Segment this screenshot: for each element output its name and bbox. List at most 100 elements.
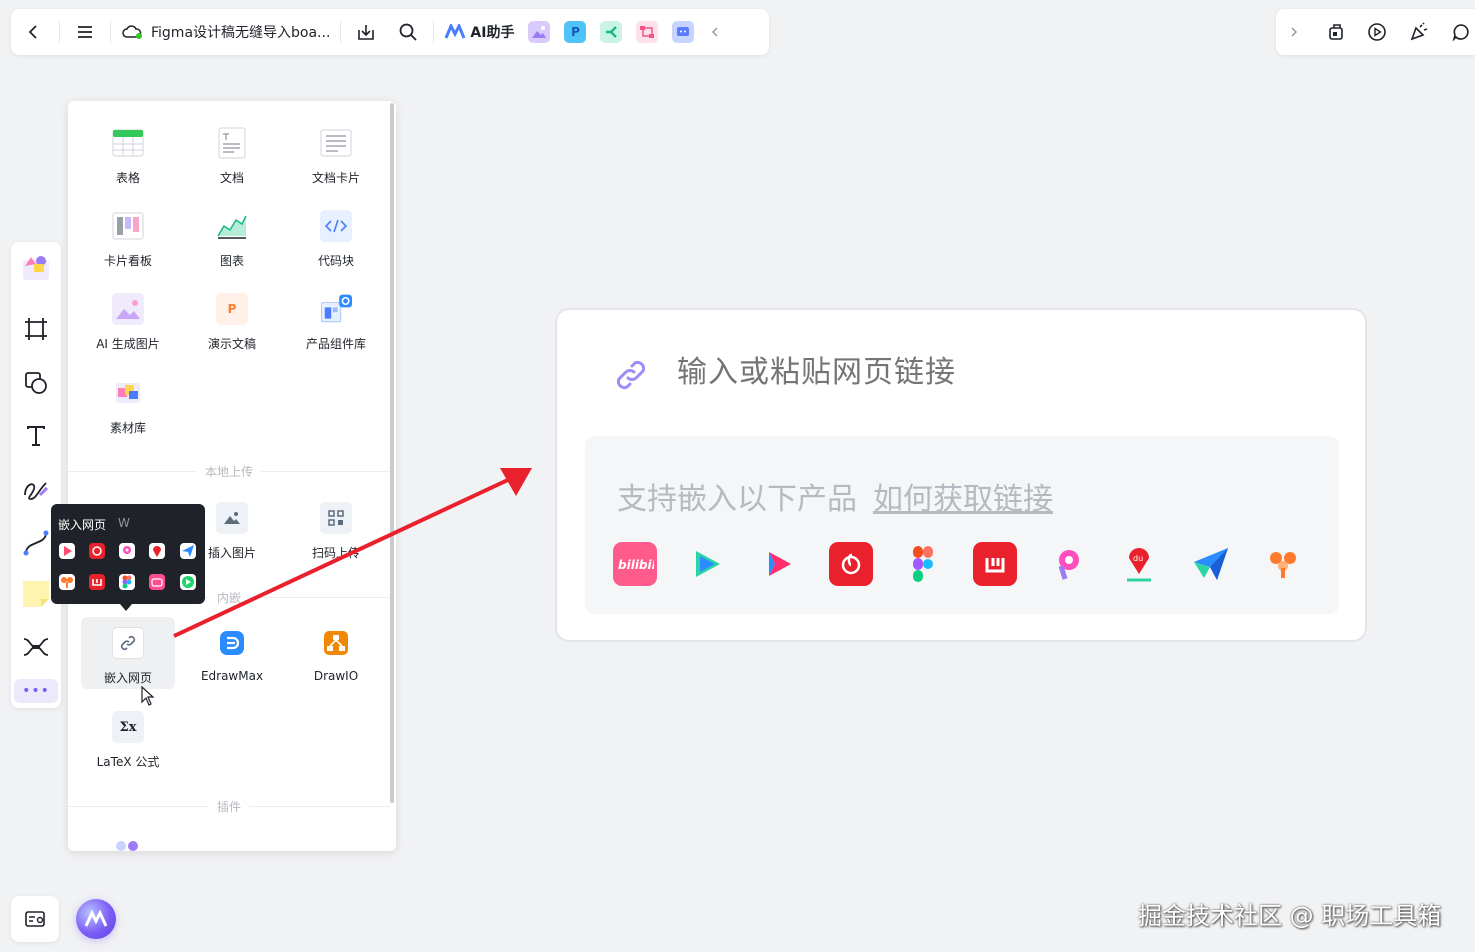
embed-web-icon: [112, 627, 144, 659]
divider: [110, 21, 111, 43]
frame-icon: [25, 318, 47, 340]
latex-icon: Σx: [112, 711, 144, 743]
chevron-left-icon: [28, 25, 37, 39]
template-icon: [1328, 24, 1343, 40]
more-tools-button[interactable]: •••: [14, 679, 58, 703]
divider: [340, 21, 342, 43]
insert-latex[interactable]: Σx LaTeX 公式: [76, 701, 180, 777]
insert-doc[interactable]: 文档: [180, 117, 284, 193]
doc-icon: [216, 127, 248, 159]
party-popper-icon: [1410, 22, 1428, 41]
panel-scrollbar[interactable]: [390, 103, 394, 803]
assets-icon: [112, 377, 144, 409]
mindmap-icon: [606, 26, 618, 38]
template-button[interactable]: [1322, 17, 1350, 47]
table-icon: [112, 127, 144, 159]
chart-icon: [216, 210, 248, 242]
insert-doc-card-label: 文档卡片: [311, 171, 360, 185]
insert-tool-button[interactable]: [21, 252, 51, 282]
collapse-apps-button[interactable]: [700, 17, 730, 47]
code-block-icon: [320, 210, 352, 242]
insert-doc-card[interactable]: 文档卡片: [284, 117, 388, 193]
insert-code-block[interactable]: 代码块: [284, 200, 388, 276]
youku-icon: [757, 542, 801, 586]
ai-assistant-orb[interactable]: [76, 899, 116, 939]
import-button[interactable]: [351, 17, 381, 47]
insert-kanban-label: 卡片看板: [103, 254, 152, 268]
text-icon: [27, 426, 45, 446]
baidu-map-icon: du: [1117, 542, 1161, 586]
netease-music-icon: [829, 542, 873, 586]
insert-assets[interactable]: 素材库: [76, 367, 180, 443]
tooltip-shortcut: W: [118, 516, 130, 530]
tooltip-arrow: [120, 604, 132, 611]
tooltip-title: 嵌入网页: [58, 518, 107, 532]
frame-tool-button[interactable]: [21, 314, 51, 344]
shapes-icon: [25, 372, 47, 394]
feishu-icon: [1189, 542, 1233, 586]
insert-chart[interactable]: 图表: [180, 200, 284, 276]
embed-webpage-label: 嵌入网页: [103, 671, 152, 685]
tencent-video-icon: [59, 543, 75, 559]
present-button[interactable]: [1364, 17, 1392, 47]
download-tray-icon: [358, 25, 375, 40]
mindmap-tool-button[interactable]: [21, 632, 51, 662]
minimap-button[interactable]: [11, 896, 59, 942]
insert-drawio-label: DrawIO: [313, 669, 359, 683]
embed-link-card: 支持嵌入以下产品如何获取链接 bilibili du: [555, 308, 1367, 642]
map-pin-icon: [25, 911, 45, 927]
chevron-left-icon: [712, 27, 718, 37]
connector-tool-button[interactable]: [21, 528, 51, 558]
insert-slides[interactable]: P 演示文稿: [180, 283, 284, 359]
chat-app-icon[interactable]: [672, 21, 695, 43]
ai-logo-icon: [445, 24, 466, 39]
expand-button[interactable]: [1280, 17, 1308, 47]
figma-icon: [901, 542, 945, 586]
kanban-icon: [112, 210, 144, 242]
supported-products-box: 支持嵌入以下产品如何获取链接 bilibili du: [585, 436, 1339, 614]
celebrate-button[interactable]: [1405, 17, 1433, 47]
insert-ai-image[interactable]: AI 生成图片: [76, 283, 180, 359]
connector-icon: [23, 530, 49, 556]
text-tool-button[interactable]: [21, 421, 51, 451]
slides-app-icon[interactable]: P: [564, 21, 587, 43]
insert-component-library-label: 产品组件库: [305, 337, 366, 351]
back-button[interactable]: [19, 17, 49, 47]
insert-chart-label: 图表: [219, 254, 244, 268]
url-input[interactable]: [677, 355, 1297, 390]
cloud-saved-icon: [122, 25, 142, 39]
insert-table-label: 表格: [115, 171, 140, 185]
chevron-right-icon: [1291, 27, 1297, 37]
insert-latex-label: LaTeX 公式: [96, 755, 160, 769]
document-title[interactable]: Figma设计稿无缝导入boa...: [121, 22, 330, 42]
support-label: 支持嵌入以下产品: [617, 482, 857, 517]
insert-component-library[interactable]: 产品组件库: [284, 283, 388, 359]
search-button[interactable]: [393, 17, 423, 47]
flowchart-app-icon[interactable]: [636, 21, 659, 43]
comment-button[interactable]: [1447, 17, 1475, 47]
youdao-icon: [89, 574, 105, 590]
sticky-note-tool-button[interactable]: [21, 579, 51, 609]
doc-card-icon: [320, 127, 352, 159]
annotation-arrow: [173, 468, 532, 638]
pen-tool-button[interactable]: [21, 474, 51, 504]
bilibili-icon: [149, 574, 165, 590]
supported-products-text: 支持嵌入以下产品 如何获取链接: [617, 474, 1053, 518]
ai-assistant-button[interactable]: AI助手: [444, 22, 514, 42]
shape-tool-button[interactable]: [21, 368, 51, 398]
more-dots-icon: •••: [22, 683, 50, 699]
insert-kanban[interactable]: 卡片看板: [76, 200, 180, 276]
ai-image-app-icon[interactable]: [528, 21, 551, 43]
embed-webpage[interactable]: 嵌入网页: [81, 617, 175, 689]
hamburger-icon: [78, 26, 92, 38]
insert-table[interactable]: 表格: [76, 117, 180, 193]
mindmap-app-icon[interactable]: [600, 21, 623, 43]
plugin-icon[interactable]: [115, 838, 141, 851]
sticky-note-icon: [23, 581, 49, 607]
mouse-cursor-icon: [141, 686, 155, 706]
watermark: 掘金技术社区 @ 职场工具箱: [1138, 902, 1442, 930]
how-to-get-link[interactable]: 如何获取链接: [873, 482, 1053, 517]
insert-code-block-label: 代码块: [317, 254, 354, 268]
link-icon: [611, 355, 651, 399]
menu-button[interactable]: [70, 17, 100, 47]
